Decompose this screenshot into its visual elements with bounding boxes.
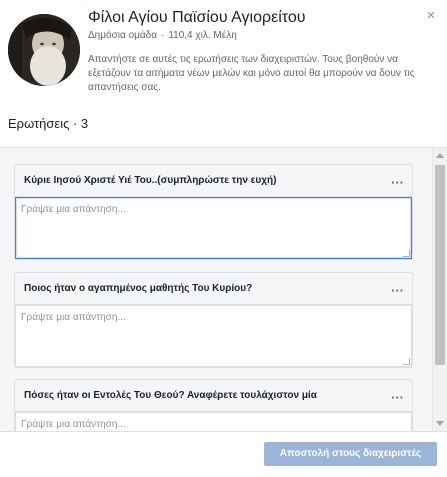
close-icon[interactable]: ×: [423, 8, 439, 24]
scrollbar[interactable]: [432, 148, 447, 431]
resize-handle-icon[interactable]: [403, 358, 410, 365]
group-members[interactable]: 110,4 χιλ. Μέλη: [168, 30, 236, 41]
question-header: Κύριε Ιησού Χριστέ Υιέ Του..(συμπληρώστε…: [15, 165, 412, 197]
answer-wrap: [15, 305, 412, 367]
question-text: Ποιος ήταν ο αγαπημένος μαθητής Του Κυρί…: [24, 283, 253, 294]
question-card: Ποιος ήταν ο αγαπημένος μαθητής Του Κυρί…: [14, 272, 413, 368]
submit-to-admins-button[interactable]: Αποστολή στους διαχειριστές: [264, 442, 437, 466]
group-type: Δημόσια ομάδα: [88, 30, 157, 41]
answer-input[interactable]: [15, 412, 412, 431]
resize-handle-icon[interactable]: [403, 250, 410, 257]
answer-wrap: [15, 412, 412, 431]
footer-divider: [0, 431, 447, 432]
scroll-down-arrow-icon[interactable]: [436, 421, 444, 426]
question-card: Πόσες ήταν οι Εντολές Του Θεού? Αναφέρετ…: [14, 379, 413, 431]
group-header: Φίλοι Αγίου Παϊσίου Αγιορείτου Δημόσια ο…: [0, 0, 447, 110]
group-name[interactable]: Φίλοι Αγίου Παϊσίου Αγιορείτου: [88, 9, 306, 27]
question-card: Κύριε Ιησού Χριστέ Υιέ Του..(συμπληρώστε…: [14, 164, 413, 260]
scroll-up-arrow-icon[interactable]: [436, 153, 444, 158]
questions-heading: Ερωτήσεις · 3: [8, 116, 89, 131]
question-header: Πόσες ήταν οι Εντολές Του Θεού? Αναφέρετ…: [15, 380, 412, 412]
scroll-thumb[interactable]: [435, 165, 445, 365]
answer-wrap: [15, 197, 412, 259]
more-options-icon[interactable]: ···: [391, 284, 404, 297]
meta-separator: ·: [160, 30, 165, 41]
avatar-portrait: [8, 14, 80, 86]
question-text: Πόσες ήταν οι Εντολές Του Θεού? Αναφέρετ…: [24, 390, 317, 401]
question-text: Κύριε Ιησού Χριστέ Υιέ Του..(συμπληρώστε…: [24, 175, 277, 186]
group-avatar[interactable]: [8, 14, 80, 86]
group-meta: Δημόσια ομάδα · 110,4 χιλ. Μέλη: [88, 30, 237, 41]
question-header: Ποιος ήταν ο αγαπημένος μαθητής Του Κυρί…: [15, 273, 412, 305]
more-options-icon[interactable]: ···: [391, 176, 404, 189]
questions-list[interactable]: Κύριε Ιησού Χριστέ Υιέ Του..(συμπληρώστε…: [0, 148, 447, 431]
answer-input[interactable]: [15, 305, 412, 367]
answer-input[interactable]: [15, 197, 412, 259]
group-description: Απαντήστε σε αυτές τις ερωτήσεις των δια…: [88, 54, 415, 93]
more-options-icon[interactable]: ···: [391, 391, 404, 404]
